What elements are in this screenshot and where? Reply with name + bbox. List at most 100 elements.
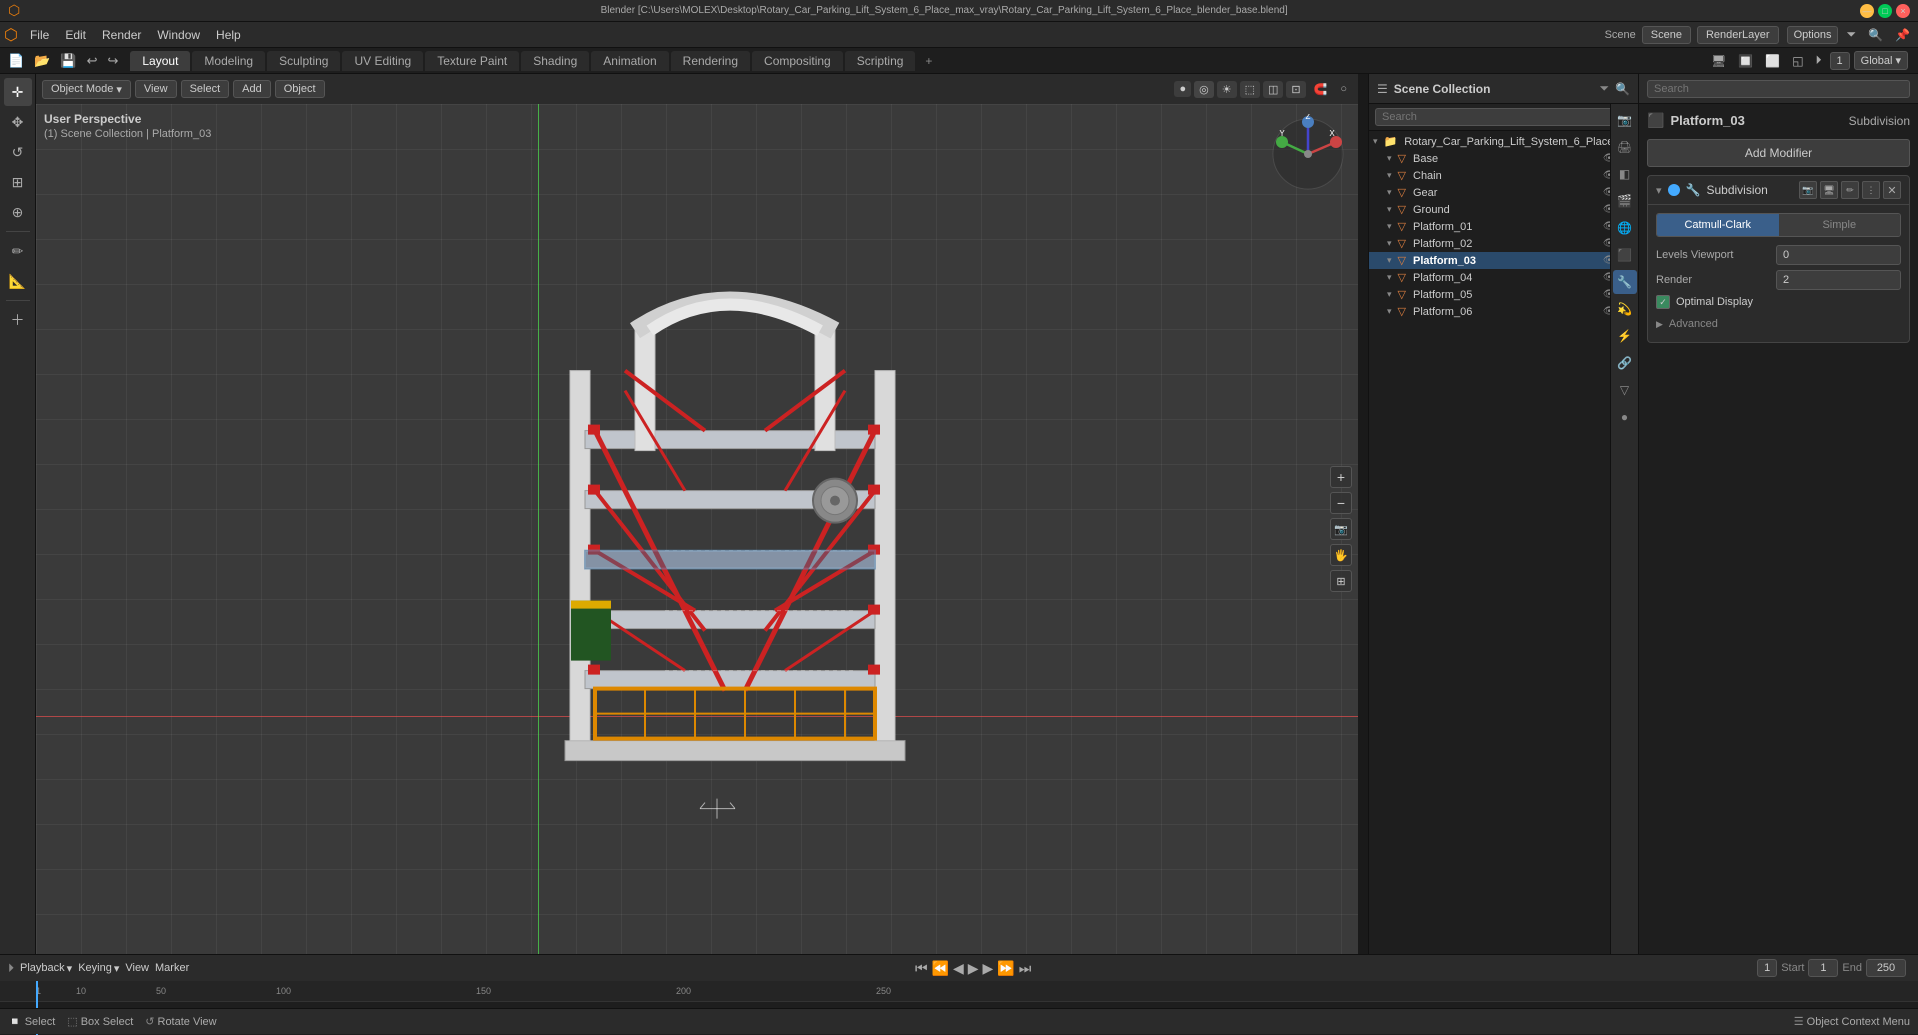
- context-menu-status[interactable]: ☰ Object Context Menu: [1794, 1015, 1910, 1028]
- viewport-3d[interactable]: User Perspective (1) Scene Collection | …: [36, 104, 1358, 954]
- toolbar-new[interactable]: 📄: [4, 51, 28, 71]
- jump-to-start-button[interactable]: ⏮: [915, 960, 928, 977]
- optimal-display-checkbox[interactable]: ✓: [1656, 295, 1670, 309]
- toolbar-save[interactable]: 💾: [56, 51, 80, 71]
- tab-compositing[interactable]: Compositing: [752, 51, 843, 71]
- playback-menu[interactable]: Playback ▾: [20, 962, 72, 975]
- jump-to-end-button[interactable]: ⏭: [1019, 960, 1032, 977]
- add-workspace-button[interactable]: +: [917, 51, 940, 71]
- viewport-shading-rendered[interactable]: ☀: [1217, 81, 1237, 98]
- select-menu[interactable]: Select: [181, 80, 230, 98]
- header-icon-2[interactable]: 🔲: [1734, 52, 1757, 70]
- current-frame-display[interactable]: 1: [1757, 959, 1777, 977]
- toolbar-redo[interactable]: ↪: [103, 51, 122, 71]
- frame-all-button[interactable]: ⊞: [1330, 570, 1352, 592]
- prop-output-icon[interactable]: 🖨: [1613, 135, 1637, 159]
- tool-cursor[interactable]: ✛: [4, 78, 32, 106]
- prop-object-icon[interactable]: ⬛: [1613, 243, 1637, 267]
- outliner-search-input[interactable]: [1375, 108, 1632, 126]
- prop-modifier-icon[interactable]: 🔧: [1613, 270, 1637, 294]
- options-button[interactable]: Options: [1787, 26, 1839, 44]
- menu-window[interactable]: Window: [149, 26, 208, 44]
- header-icon-4[interactable]: ◱: [1788, 52, 1807, 70]
- camera-icon[interactable]: 🖐: [1330, 544, 1352, 566]
- navigation-gizmo[interactable]: X Y Z: [1268, 114, 1348, 194]
- levels-viewport-input[interactable]: 0: [1776, 245, 1901, 265]
- outliner-filter-button[interactable]: ⏷: [1599, 81, 1609, 96]
- tool-rotate[interactable]: ↺: [4, 138, 32, 166]
- step-forward-button[interactable]: ▶: [983, 960, 994, 977]
- add-menu[interactable]: Add: [233, 80, 271, 98]
- outliner-search-button[interactable]: 🔍: [1615, 82, 1630, 96]
- tab-sculpting[interactable]: Sculpting: [267, 51, 340, 71]
- maximize-button[interactable]: □: [1878, 4, 1892, 18]
- viewport-xray-toggle[interactable]: ⊡: [1286, 81, 1305, 98]
- menu-file[interactable]: File: [22, 26, 57, 44]
- filter-icon[interactable]: ⏷: [1842, 25, 1860, 44]
- tool-add[interactable]: ＋: [4, 306, 32, 334]
- modifier-render-icon-btn[interactable]: 📷: [1799, 181, 1817, 199]
- select-status[interactable]: ◽ Select: [8, 1015, 55, 1028]
- scene-selector[interactable]: Scene: [1642, 26, 1691, 44]
- box-select-status[interactable]: ⬚ Box Select: [67, 1015, 133, 1028]
- modifier-toggle-dot[interactable]: [1668, 184, 1680, 196]
- modifier-close-btn[interactable]: ✕: [1883, 181, 1901, 199]
- simple-button[interactable]: Simple: [1779, 214, 1901, 236]
- advanced-section[interactable]: ▶ Advanced: [1656, 314, 1901, 334]
- frame-number[interactable]: 1: [1830, 52, 1850, 70]
- end-frame-input[interactable]: 250: [1866, 959, 1906, 977]
- object-menu[interactable]: Object: [275, 80, 325, 98]
- mode-selector[interactable]: Object Mode ▾: [42, 80, 131, 99]
- menu-help[interactable]: Help: [208, 26, 249, 44]
- tool-move[interactable]: ✥: [4, 108, 32, 136]
- view-menu-timeline[interactable]: View: [125, 962, 149, 974]
- modifier-menu-btn[interactable]: ⋮: [1862, 181, 1880, 199]
- outliner-item-platform05[interactable]: ▾ ▽ Platform_05 👁 📷: [1369, 286, 1638, 303]
- outliner-item-chain[interactable]: ▾ ▽ Chain 👁 📷: [1369, 167, 1638, 184]
- add-modifier-button[interactable]: Add Modifier: [1647, 139, 1910, 167]
- header-icon-5[interactable]: ⏵: [1812, 51, 1826, 70]
- close-button[interactable]: ×: [1896, 4, 1910, 18]
- camera-button[interactable]: 📷: [1330, 518, 1352, 540]
- render-input[interactable]: 2: [1776, 270, 1901, 290]
- viewport-overlay-toggle[interactable]: ◫: [1263, 81, 1283, 98]
- tab-texture-paint[interactable]: Texture Paint: [425, 51, 519, 71]
- tab-animation[interactable]: Animation: [591, 51, 668, 71]
- tool-scale[interactable]: ⊞: [4, 168, 32, 196]
- rotate-view-status[interactable]: ↺ Rotate View: [145, 1015, 216, 1028]
- tab-uv-editing[interactable]: UV Editing: [342, 51, 423, 71]
- keying-menu[interactable]: Keying ▾: [78, 962, 119, 975]
- header-icon-3[interactable]: ⬜: [1761, 52, 1784, 70]
- prop-particle-icon[interactable]: 💫: [1613, 297, 1637, 321]
- prop-physics-icon[interactable]: ⚡: [1613, 324, 1637, 348]
- step-back-button[interactable]: ◀: [953, 960, 964, 977]
- outliner-item-platform01[interactable]: ▾ ▽ Platform_01 👁 📷: [1369, 218, 1638, 235]
- marker-menu[interactable]: Marker: [155, 962, 189, 974]
- outliner-item-platform03[interactable]: ▾ ▽ Platform_03 👁 📷: [1369, 252, 1638, 269]
- prop-material-icon[interactable]: ●: [1613, 405, 1637, 429]
- outliner-item-root[interactable]: ▾ 📁 Rotary_Car_Parking_Lift_System_6_Pla…: [1369, 133, 1638, 150]
- start-frame-input[interactable]: 1: [1808, 959, 1838, 977]
- view-menu[interactable]: View: [135, 80, 177, 98]
- outliner-item-gear[interactable]: ▾ ▽ Gear 👁 📷: [1369, 184, 1638, 201]
- minimize-button[interactable]: —: [1860, 4, 1874, 18]
- prop-render-icon[interactable]: 📷: [1613, 108, 1637, 132]
- outliner-item-platform06[interactable]: ▾ ▽ Platform_06 👁 📷: [1369, 303, 1638, 320]
- toolbar-open[interactable]: 📂: [30, 51, 54, 71]
- viewport-shading-solid[interactable]: ●: [1174, 81, 1191, 97]
- tab-shading[interactable]: Shading: [521, 51, 589, 71]
- tool-annotate[interactable]: ✏: [4, 237, 32, 265]
- outliner-item-ground[interactable]: ▾ ▽ Ground 👁 📷: [1369, 201, 1638, 218]
- toolbar-undo[interactable]: ↩: [83, 51, 102, 71]
- prop-scene-icon[interactable]: 🎬: [1613, 189, 1637, 213]
- jump-forward-button[interactable]: ⏩: [997, 960, 1014, 977]
- prop-data-icon[interactable]: ▽: [1613, 378, 1637, 402]
- tab-modeling[interactable]: Modeling: [192, 51, 265, 71]
- tab-layout[interactable]: Layout: [130, 51, 190, 71]
- jump-back-button[interactable]: ⏪: [932, 960, 949, 977]
- snapping-icon[interactable]: 🧲: [1309, 81, 1333, 98]
- header-icon-1[interactable]: 🖥: [1707, 52, 1730, 70]
- prop-view-layer-icon[interactable]: ◧: [1613, 162, 1637, 186]
- prop-constraint-icon[interactable]: 🔗: [1613, 351, 1637, 375]
- tool-transform[interactable]: ⊕: [4, 198, 32, 226]
